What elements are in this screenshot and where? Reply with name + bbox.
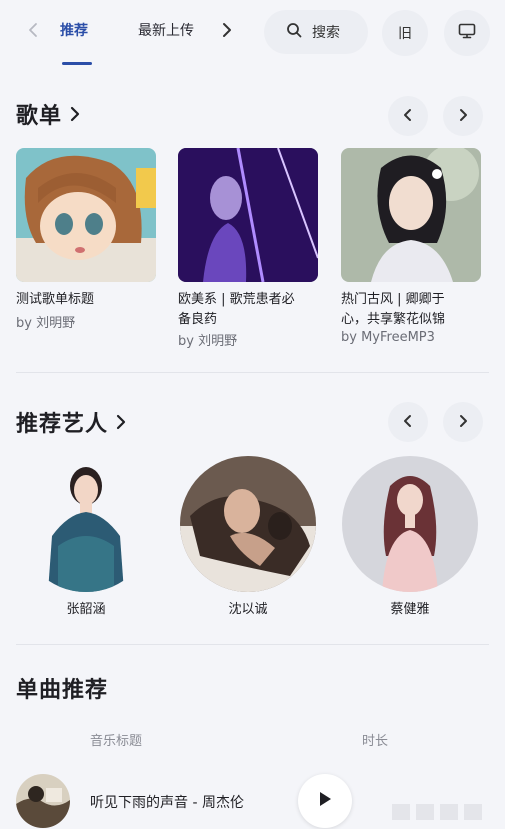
artist-avatar[interactable] [180, 456, 316, 592]
playlist-title[interactable]: 热门古风 | 卿卿于 心，共享繁花似锦 [341, 290, 481, 330]
songs-title-text: 单曲推荐 [16, 678, 109, 703]
back-arrow-icon[interactable] [24, 20, 44, 40]
artist-name[interactable]: 沈以诚 [180, 598, 316, 617]
playlist-title-line: 备良药 [178, 312, 218, 327]
chevron-right-icon [68, 104, 82, 130]
playlist-title-line: 心，共享繁花似锦 [341, 312, 446, 327]
playlists-section-title[interactable]: 歌单 [16, 98, 82, 130]
playlist-author: by MyFreeMP3 [341, 330, 435, 345]
playlist-title-line: 热门古风 | 卿卿于 [341, 292, 445, 307]
section-divider [16, 644, 489, 645]
chevron-left-icon [401, 107, 415, 126]
old-version-button[interactable]: 旧 [382, 10, 428, 56]
playlist-cover[interactable] [178, 148, 318, 282]
column-header-title: 音乐标题 [90, 734, 143, 749]
playlists-prev-button[interactable] [388, 96, 428, 136]
song-cover [16, 774, 70, 828]
play-button[interactable] [298, 774, 352, 828]
artist-avatar[interactable] [18, 456, 154, 592]
artists-section-title[interactable]: 推荐艺人 [16, 406, 128, 438]
tab-latest-uploads[interactable]: 最新上传 [138, 20, 194, 40]
top-bar: 推荐 最新上传 搜索 旧 [0, 0, 505, 72]
monitor-icon [458, 23, 476, 43]
artists-next-button[interactable] [443, 402, 483, 442]
playlist-author: by 刘明野 [16, 316, 76, 331]
chevron-right-icon [456, 413, 470, 432]
tab-recommended[interactable]: 推荐 [60, 20, 88, 40]
songs-section-title: 单曲推荐 [16, 672, 108, 704]
search-label: 搜索 [312, 25, 340, 41]
playlists-next-button[interactable] [443, 96, 483, 136]
chevron-right-icon [114, 412, 128, 438]
artist-avatar[interactable] [342, 456, 478, 592]
chevron-right-icon[interactable] [218, 20, 236, 40]
artists-prev-button[interactable] [388, 402, 428, 442]
active-tab-indicator [62, 62, 92, 65]
desktop-mode-button[interactable] [444, 10, 490, 56]
song-title[interactable]: 听见下雨的声音 - 周杰伦 [90, 792, 244, 812]
playlist-title-line: 欧美系 | 歌荒患者必 [178, 292, 295, 307]
playlist-title[interactable]: 测试歌单标题 [16, 290, 156, 310]
playlists-title-text: 歌单 [16, 104, 63, 129]
chevron-left-icon [401, 413, 415, 432]
playlist-cover[interactable] [16, 148, 156, 282]
artist-name[interactable]: 蔡健雅 [342, 598, 478, 617]
artist-name[interactable]: 张韶涵 [18, 598, 154, 617]
section-divider [16, 372, 489, 373]
search-icon [286, 22, 302, 42]
artists-title-text: 推荐艺人 [16, 412, 109, 437]
play-icon [317, 790, 333, 812]
playlist-title[interactable]: 欧美系 | 歌荒患者必 备良药 [178, 290, 318, 330]
search-button[interactable]: 搜索 [264, 10, 368, 54]
old-version-label: 旧 [398, 26, 412, 42]
column-header-duration: 时长 [362, 734, 389, 749]
watermark [392, 800, 502, 824]
playlist-cover[interactable] [341, 148, 481, 282]
playlist-author: by 刘明野 [178, 334, 238, 349]
chevron-right-icon [456, 107, 470, 126]
